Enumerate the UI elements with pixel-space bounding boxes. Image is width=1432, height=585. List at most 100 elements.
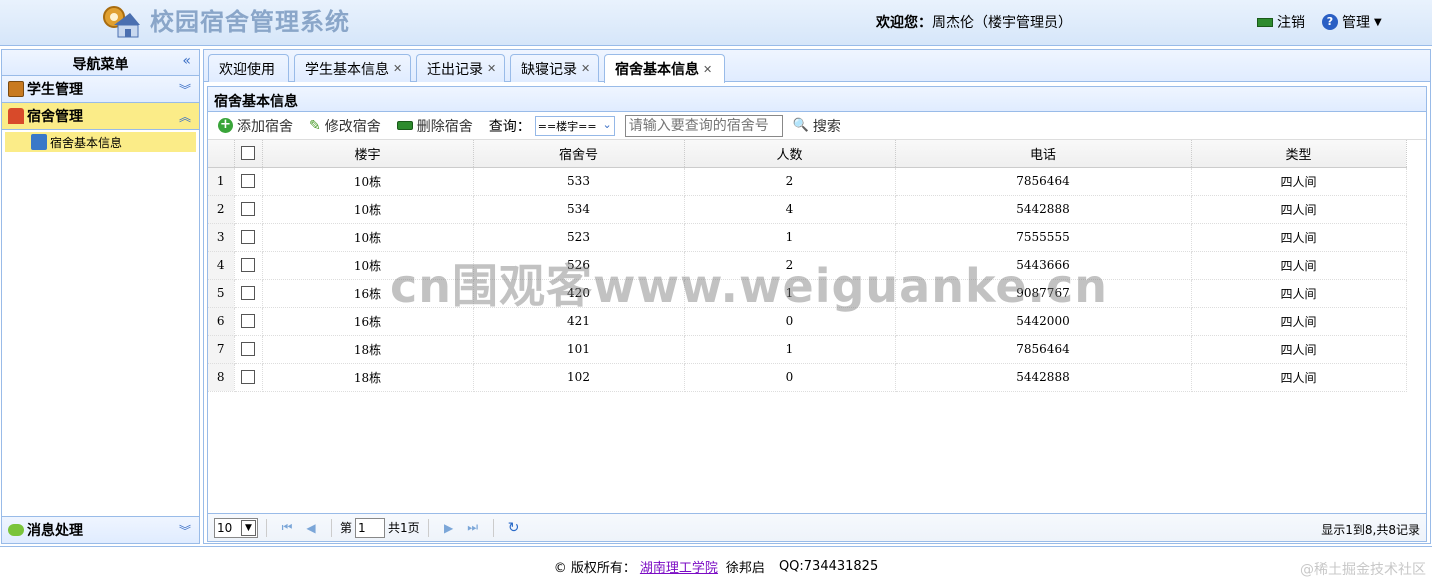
pagination-bar: 10 ▼ ⏮ ◀ 第 1 共1页 ▶ ⏭ ↻ 显示1到8,共8记录 [208, 513, 1426, 541]
row-checkbox[interactable] [241, 230, 255, 245]
column-header-building[interactable]: 楼宇 [262, 140, 474, 168]
remove-icon [396, 121, 413, 130]
row-checkbox-cell [234, 279, 263, 308]
cell-phone: 5442888 [895, 195, 1192, 224]
row-checkbox-cell [234, 335, 263, 364]
expand-chevron-icon: ︾ [178, 83, 191, 97]
row-checkbox[interactable] [241, 202, 255, 217]
table-row[interactable]: 1 10栋 533 2 7856464 四人间 [208, 167, 1407, 196]
column-header-type[interactable]: 类型 [1191, 140, 1407, 168]
message-icon [8, 524, 24, 536]
table-row[interactable]: 7 18栋 101 1 7856464 四人间 [208, 335, 1407, 364]
dorm-search-input[interactable] [624, 114, 783, 137]
next-page-icon[interactable]: ▶ [437, 521, 461, 535]
nav-section-message[interactable]: 消息处理 ︾ [2, 516, 199, 543]
house-gear-logo-icon [103, 6, 140, 38]
dorm-icon [8, 108, 24, 124]
close-icon[interactable]: ✕ [487, 62, 496, 75]
cell-building: 10栋 [262, 195, 474, 224]
table-row[interactable]: 8 18栋 102 0 5442888 四人间 [208, 363, 1407, 392]
chevron-down-icon: ▼ [241, 519, 256, 536]
row-number-header [208, 140, 235, 168]
cell-type: 四人间 [1191, 167, 1407, 196]
footer: © 版权所有： 湖南理工学院 徐邦启 QQ:734431825 [0, 546, 1432, 585]
building-select[interactable]: ==楼宇== ⌄ [534, 115, 615, 136]
cell-count: 1 [684, 335, 896, 364]
add-dorm-button[interactable]: + 添加宿舍 [218, 116, 293, 136]
pencil-icon: ✎ [309, 117, 321, 134]
row-checkbox[interactable] [241, 174, 255, 189]
page-number-input[interactable]: 1 [355, 517, 386, 538]
search-icon: 🔍 [792, 118, 809, 133]
query-label: 查询： [488, 118, 531, 135]
row-number: 5 [208, 279, 235, 308]
row-number: 4 [208, 251, 235, 280]
cell-phone: 7856464 [895, 167, 1192, 196]
chevron-down-icon: ⌄ [602, 117, 612, 131]
nav-section-student[interactable]: 学生管理 ︾ [2, 76, 199, 103]
cell-building: 18栋 [262, 363, 474, 392]
row-checkbox[interactable] [241, 258, 255, 273]
system-title: 校园宿舍管理系统 [150, 7, 350, 36]
column-header-phone[interactable]: 电话 [895, 140, 1192, 168]
cell-type: 四人间 [1191, 223, 1407, 252]
table-row[interactable]: 3 10栋 523 1 7555555 四人间 [208, 223, 1407, 252]
row-number: 7 [208, 335, 235, 364]
logout-link[interactable]: 注销 [1257, 12, 1305, 32]
refresh-icon[interactable]: ↻ [502, 520, 526, 536]
row-number: 2 [208, 195, 235, 224]
tab-welcome[interactable]: 欢迎使用 [208, 54, 289, 82]
cell-count: 2 [684, 167, 896, 196]
column-header-room[interactable]: 宿舍号 [473, 140, 685, 168]
close-icon[interactable]: ✕ [581, 62, 590, 75]
row-checkbox[interactable] [241, 370, 255, 385]
tab-moveout-records[interactable]: 迁出记录 ✕ [416, 54, 505, 82]
search-button[interactable]: 🔍 搜索 [793, 116, 841, 136]
close-icon[interactable]: ✕ [393, 62, 402, 75]
last-page-icon[interactable]: ⏭ [461, 520, 485, 535]
nav-item-dorm-info[interactable]: 宿舍基本信息 [5, 132, 196, 152]
total-pages: 共1页 [388, 521, 420, 535]
row-checkbox-cell [234, 307, 263, 336]
cell-type: 四人间 [1191, 363, 1407, 392]
cell-type: 四人间 [1191, 251, 1407, 280]
table-row[interactable]: 2 10栋 534 4 5442888 四人间 [208, 195, 1407, 224]
row-checkbox-cell [234, 363, 263, 392]
nav-header: 导航菜单 « [2, 50, 199, 76]
select-all-checkbox[interactable] [241, 146, 255, 161]
column-header-count[interactable]: 人数 [684, 140, 896, 168]
cell-type: 四人间 [1191, 307, 1407, 336]
tab-student-info[interactable]: 学生基本信息 ✕ [294, 54, 411, 82]
cell-building: 18栋 [262, 335, 474, 364]
page-size-select[interactable]: 10 ▼ [214, 517, 258, 538]
close-icon[interactable]: ✕ [703, 63, 712, 76]
pagination-info: 显示1到8,共8记录 [1321, 523, 1420, 537]
delete-dorm-button[interactable]: 删除宿舍 [396, 116, 473, 136]
manage-menu[interactable]: ? 管理 ▼ [1322, 12, 1382, 32]
first-page-icon[interactable]: ⏮ [275, 520, 299, 535]
author-text: 徐邦启 [725, 560, 765, 576]
corner-watermark: @稀土掘金技术社区 [1300, 562, 1426, 578]
edit-dorm-button[interactable]: ✎ 修改宿舍 [309, 116, 381, 136]
app-header: 校园宿舍管理系统 欢迎您：周杰伦（楼宇管理员） 注销 ? 管理 ▼ [0, 0, 1432, 46]
cell-building: 10栋 [262, 167, 474, 196]
watermark: cn围观客www.weiguanke.cn [390, 259, 1109, 313]
cell-type: 四人间 [1191, 195, 1407, 224]
tab-absence-records[interactable]: 缺寝记录 ✕ [510, 54, 599, 82]
logout-icon [1257, 17, 1273, 27]
caret-down-icon: ▼ [1374, 16, 1382, 28]
nav-sidebar: 导航菜单 « 学生管理 ︾ 宿舍管理 ︽ 宿舍基本信息 消息处理 ︾ [1, 49, 200, 544]
tab-dorm-info[interactable]: 宿舍基本信息 ✕ [604, 54, 725, 83]
row-checkbox[interactable] [241, 342, 255, 357]
row-checkbox-cell [234, 195, 263, 224]
panel-title: 宿舍基本信息 [208, 87, 1426, 112]
cell-type: 四人间 [1191, 335, 1407, 364]
row-checkbox-cell [234, 167, 263, 196]
prev-page-icon[interactable]: ◀ [299, 521, 323, 535]
school-link[interactable]: 湖南理工学院 [640, 557, 718, 576]
page-label: 第 [340, 521, 353, 535]
row-checkbox[interactable] [241, 286, 255, 301]
row-checkbox[interactable] [241, 314, 255, 329]
nav-section-dorm[interactable]: 宿舍管理 ︽ [2, 103, 199, 130]
collapse-sidebar-icon[interactable]: « [182, 53, 191, 69]
